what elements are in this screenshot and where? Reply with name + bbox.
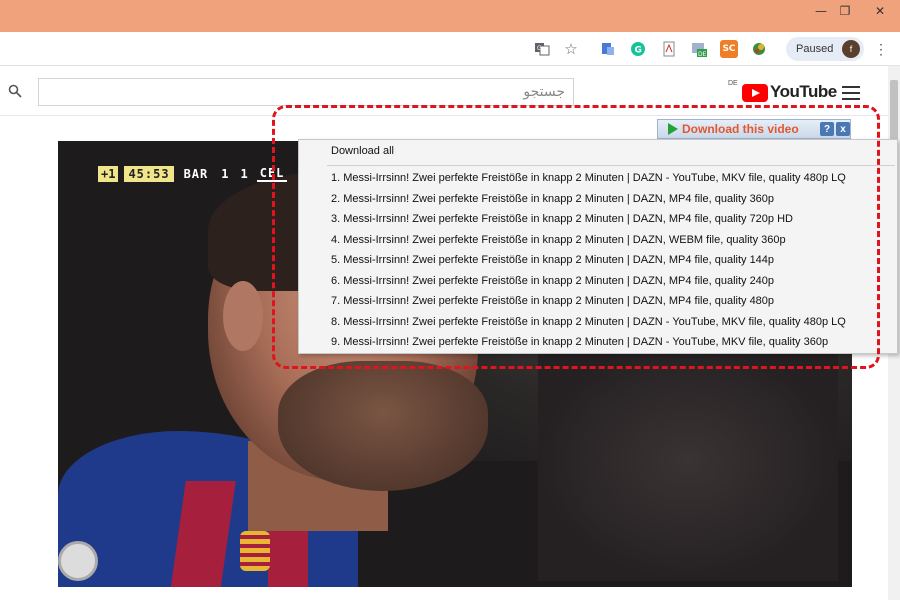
profile-status-label: Paused (796, 43, 834, 55)
download-menu: Download all 1. Messi-Irrsinn! Zwei perf… (298, 139, 898, 354)
close-window-button[interactable]: ✕ (860, 0, 900, 22)
download-option-item[interactable]: 9. Messi-Irrsinn! Zwei perfekte Freistöß… (299, 332, 897, 353)
maximize-button[interactable]: ❐ (830, 0, 860, 22)
away-team: CEL (256, 166, 288, 182)
window-titlebar: — ❐ ✕ (0, 0, 900, 32)
download-option-item[interactable]: 3. Messi-Irrsinn! Zwei perfekte Freistöß… (299, 209, 897, 230)
youtube-wordmark: YouTube (770, 82, 837, 101)
download-option-item[interactable]: 1. Messi-Irrsinn! Zwei perfekte Freistöß… (299, 168, 897, 189)
docs-icon[interactable] (599, 40, 617, 58)
download-video-button[interactable]: Download this video (658, 120, 818, 138)
download-option-item[interactable]: 2. Messi-Irrsinn! Zwei perfekte Freistöß… (299, 189, 897, 210)
avatar: f (842, 40, 860, 58)
grammarly-icon[interactable]: G (629, 40, 647, 58)
download-button-label: Download this video (682, 122, 799, 136)
club-badge (58, 541, 98, 581)
profile-button[interactable]: Paused f (786, 37, 864, 61)
home-score: 1 (221, 167, 229, 181)
download-options-list: 1. Messi-Irrsinn! Zwei perfekte Freistöß… (299, 168, 897, 353)
scoreboard-indicator: +1 (98, 166, 119, 182)
download-option-item[interactable]: 4. Messi-Irrsinn! Zwei perfekte Freistöß… (299, 230, 897, 251)
player-beard (278, 361, 488, 491)
download-option-item[interactable]: 5. Messi-Irrsinn! Zwei perfekte Freistöß… (299, 250, 897, 271)
logo-region-label: DE (728, 80, 738, 87)
svg-text:G: G (537, 45, 542, 52)
close-downloader-button[interactable]: x (836, 122, 850, 136)
scrollbar-thumb[interactable] (890, 80, 898, 140)
youtube-header: جستجو DE YouTube (0, 66, 888, 116)
pdf-icon[interactable] (660, 40, 678, 58)
scoreboard: +1 45:53 BAR 1 1 CEL (98, 165, 288, 183)
help-button[interactable]: ? (820, 122, 834, 136)
browser-menu-icon[interactable]: ⋮ (874, 40, 888, 58)
svg-text:DE: DE (698, 51, 707, 58)
match-clock: 45:53 (124, 166, 174, 182)
away-score: 1 (240, 167, 248, 181)
jersey-collar (240, 531, 270, 571)
download-option-item[interactable]: 6. Messi-Irrsinn! Zwei perfekte Freistöß… (299, 271, 897, 292)
play-arrow-icon (668, 123, 678, 135)
home-team: BAR (183, 167, 209, 181)
svg-text:G: G (635, 46, 642, 56)
menu-icon[interactable] (842, 86, 860, 100)
globe-extension-icon[interactable] (750, 40, 768, 58)
video-background-shadow (538, 341, 838, 581)
menu-divider (327, 165, 895, 166)
download-all-item[interactable]: Download all (299, 140, 897, 162)
download-toolbar: Download this video ? x (657, 119, 851, 139)
translate-icon[interactable]: G (533, 40, 551, 58)
player-ear (223, 281, 263, 351)
browser-toolbar: G ☆ G DE SC Paused f ⋮ (0, 32, 900, 66)
search-icon[interactable] (0, 78, 30, 104)
de-extension-icon[interactable]: DE (690, 40, 708, 58)
sc-extension-icon[interactable]: SC (720, 40, 738, 58)
youtube-play-icon (742, 84, 768, 102)
star-icon[interactable]: ☆ (562, 40, 580, 58)
download-option-item[interactable]: 8. Messi-Irrsinn! Zwei perfekte Freistöß… (299, 312, 897, 333)
search-input[interactable]: جستجو (38, 78, 574, 106)
download-option-item[interactable]: 7. Messi-Irrsinn! Zwei perfekte Freistöß… (299, 291, 897, 312)
